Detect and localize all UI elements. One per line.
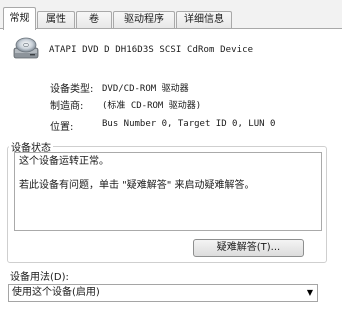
device-name: ATAPI DVD D DH16D3S SCSI CdRom Device (49, 45, 254, 55)
troubleshoot-button[interactable]: 疑难解答(T)... (193, 239, 304, 257)
manufacturer-label: 制造商: (50, 101, 84, 112)
dvd-drive-icon (13, 37, 39, 59)
device-type-value: DVD/CD-ROM 驱动器 (102, 84, 189, 94)
tab-bar: 常规 属性 卷 驱动程序 详细信息 (0, 0, 342, 30)
location-label: 位置: (50, 122, 74, 133)
tab-details-label: 详细信息 (184, 14, 224, 25)
tab-details[interactable]: 详细信息 (176, 11, 232, 28)
device-type-label: 设备类型: (50, 84, 94, 95)
tab-general[interactable]: 常规 (3, 7, 36, 30)
tab-driver-label: 驱动程序 (124, 14, 164, 25)
dropdown-arrow-icon[interactable]: ▼ (307, 285, 313, 301)
tab-general-label: 常规 (9, 13, 30, 24)
tab-volumes-label: 卷 (89, 14, 99, 25)
device-usage-selected: 使用这个设备(启用) (12, 287, 100, 298)
status-line-ok: 这个设备运转正常。 (19, 156, 109, 167)
status-line-help: 若此设备有问题，单击 "疑难解答" 来启动疑难解答。 (19, 180, 255, 191)
device-usage-select[interactable]: 使用这个设备(启用) ▼ (8, 284, 318, 302)
tab-properties[interactable]: 属性 (37, 11, 75, 28)
device-status-textbox[interactable]: 这个设备运转正常。 若此设备有问题，单击 "疑难解答" 来启动疑难解答。 (14, 152, 322, 231)
tab-driver[interactable]: 驱动程序 (113, 11, 175, 28)
tab-properties-label: 属性 (46, 14, 66, 25)
tab-volumes[interactable]: 卷 (76, 11, 112, 28)
location-value: Bus Number 0, Target ID 0, LUN 0 (102, 119, 276, 129)
device-usage-label: 设备用法(D): (10, 272, 69, 283)
manufacturer-value: (标准 CD-ROM 驱动器) (102, 101, 202, 111)
